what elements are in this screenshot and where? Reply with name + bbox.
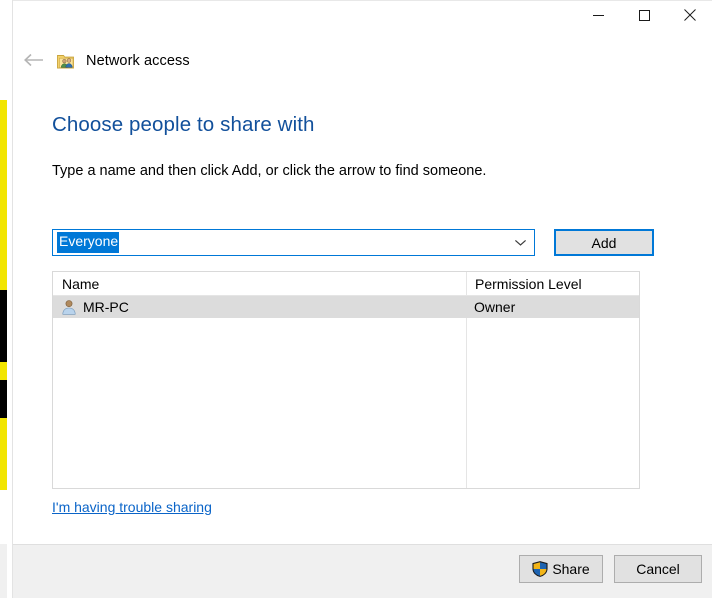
cancel-button[interactable]: Cancel	[614, 555, 702, 583]
column-header-name[interactable]: Name	[53, 272, 466, 295]
background-window-strip	[0, 0, 12, 598]
shared-people-list[interactable]: Name Permission Level MR-PC Owner	[52, 271, 640, 489]
name-entry-row: Everyone Add	[52, 229, 679, 256]
window-title: Network access	[86, 53, 190, 69]
list-body: MR-PC Owner	[53, 296, 639, 488]
add-button[interactable]: Add	[554, 229, 654, 256]
network-access-dialog: Network access Choose people to share wi…	[0, 0, 712, 598]
column-divider	[466, 296, 467, 488]
uac-shield-icon	[532, 561, 548, 577]
back-button[interactable]	[13, 43, 55, 79]
maximize-button[interactable]	[621, 0, 667, 30]
row-name-text: MR-PC	[83, 299, 129, 315]
dialog-content: Choose people to share with Type a name …	[13, 85, 712, 544]
column-header-permission-level[interactable]: Permission Level	[466, 272, 639, 295]
row-permission-cell: Owner	[474, 299, 516, 315]
list-header: Name Permission Level	[53, 272, 639, 296]
title-bar	[13, 0, 712, 37]
trouble-sharing-link[interactable]: I'm having trouble sharing	[52, 499, 212, 515]
share-button-label: Share	[552, 561, 590, 577]
table-row[interactable]: MR-PC Owner	[53, 296, 639, 318]
instruction-text: Type a name and then click Add, or click…	[52, 163, 487, 179]
combobox-value: Everyone	[57, 232, 120, 253]
row-name-cell: MR-PC	[53, 299, 466, 315]
close-icon	[684, 9, 696, 21]
navigation-bar: Network access	[13, 37, 712, 85]
minimize-icon	[592, 10, 604, 21]
share-folder-people-icon	[57, 53, 75, 69]
page-title: Choose people to share with	[52, 113, 315, 136]
chevron-down-icon[interactable]	[507, 230, 533, 255]
user-icon	[61, 299, 77, 315]
dialog-footer: Share Cancel	[13, 544, 712, 598]
footer-button-group: Share Cancel	[519, 555, 702, 583]
close-button[interactable]	[667, 0, 712, 30]
back-arrow-icon	[23, 52, 45, 71]
share-button[interactable]: Share	[519, 555, 603, 583]
dialog-window: Network access Choose people to share wi…	[12, 0, 712, 598]
minimize-button[interactable]	[575, 0, 621, 30]
name-combobox[interactable]: Everyone	[52, 229, 535, 256]
maximize-icon	[638, 9, 650, 21]
